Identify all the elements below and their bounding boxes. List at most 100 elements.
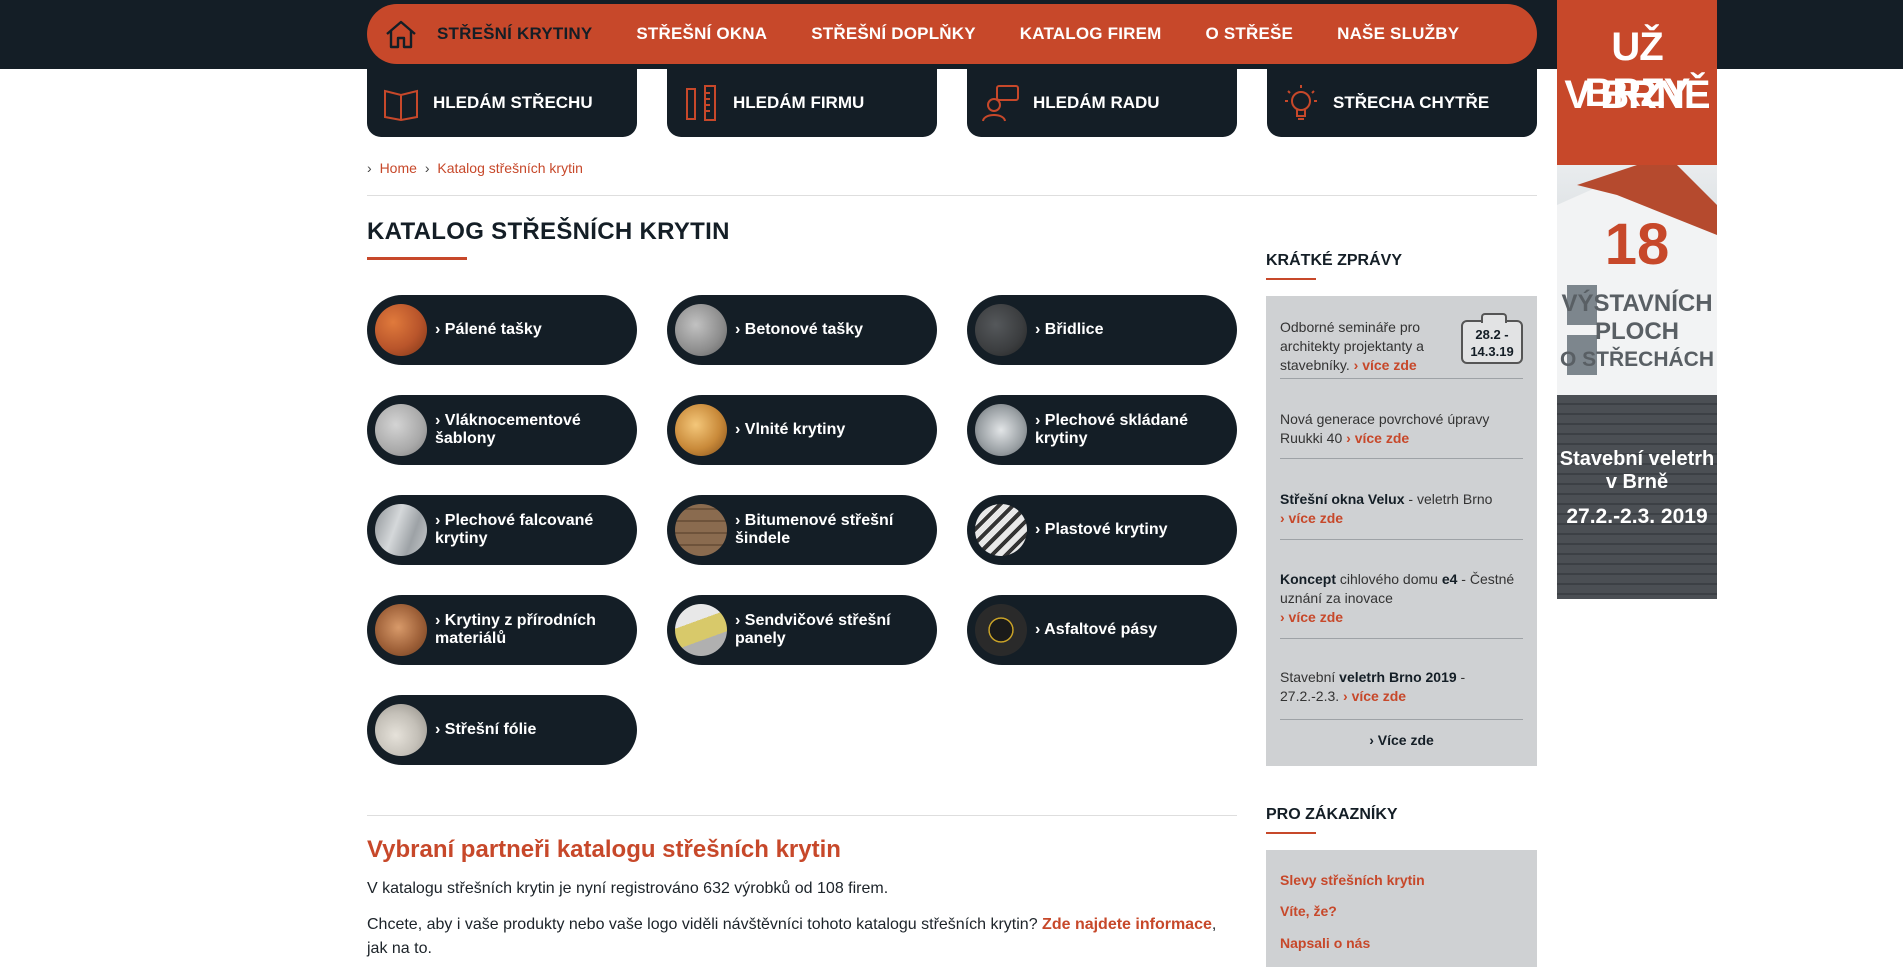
main-navigation: Střešní krytiny Střešní okna Střešní dop… xyxy=(367,4,1537,64)
category-vlaknocementove-sablony[interactable]: › Vláknocementové šablony xyxy=(367,395,637,465)
category-thumbnail xyxy=(675,404,727,456)
customer-link-napsali[interactable]: Napsali o nás xyxy=(1280,935,1370,951)
nav-katalog-firem[interactable]: Katalog firem xyxy=(1020,24,1162,44)
advertisement-banner[interactable]: UŽ BRZY V BRNĚ 18 VÝSTAVNÍCH PLOCH O STŘ… xyxy=(1557,0,1717,599)
category-thumbnail xyxy=(375,604,427,656)
nav-stresni-krytiny[interactable]: Střešní krytiny xyxy=(437,24,592,44)
category-betonove-tasky[interactable]: › Betonové tašky xyxy=(667,295,937,365)
subtab-hledam-firmu[interactable]: Hledám firmu xyxy=(667,69,937,137)
category-vlnite-krytiny[interactable]: › Vlnité krytiny xyxy=(667,395,937,465)
news-separator xyxy=(1280,719,1523,720)
subtab-strecha-chytre[interactable]: Střecha chytře xyxy=(1267,69,1537,137)
category-label: › Břidlice xyxy=(1035,321,1104,338)
news-panel: Odborné semináře pro architekty projekta… xyxy=(1266,296,1537,766)
category-plastove-krytiny[interactable]: › Plastové krytiny xyxy=(967,495,1237,565)
category-label: › Krytiny z přírodních materiálů xyxy=(435,612,596,647)
news-text: Stavební xyxy=(1280,669,1340,685)
breadcrumb-current-link[interactable]: Katalog střešních krytin xyxy=(437,160,583,176)
banner-number: 18 xyxy=(1604,212,1670,277)
category-label: › Asfaltové pásy xyxy=(1035,621,1158,638)
news-all-link[interactable]: › Více zde xyxy=(1266,732,1537,748)
nav-nase-sluzby[interactable]: Naše služby xyxy=(1337,24,1459,44)
customer-link-slevy[interactable]: Slevy střešních krytin xyxy=(1280,872,1425,888)
news-more-link[interactable]: › více zde xyxy=(1280,609,1343,625)
partners-text: V katalogu střešních krytin je nyní regi… xyxy=(367,880,889,897)
category-thumbnail xyxy=(675,604,727,656)
news-more-link[interactable]: › více zde xyxy=(1350,357,1417,373)
news-more-link[interactable]: › více zde xyxy=(1280,510,1343,526)
breadcrumb-home-link[interactable]: Home xyxy=(380,160,417,176)
nav-stresni-okna[interactable]: Střešní okna xyxy=(636,24,767,44)
partners-title: Vybraní partneři katalogu střešních kryt… xyxy=(367,836,841,863)
partners-info-prefix: Chcete, aby i vaše produkty nebo vaše lo… xyxy=(367,916,1043,933)
divider xyxy=(367,815,1237,816)
customer-link-vite-ze[interactable]: Víte, že? xyxy=(1280,903,1337,919)
news-bold: veletrh Brno 2019 xyxy=(1339,669,1457,685)
category-thumbnail xyxy=(975,304,1027,356)
news-item[interactable]: Nová generace povrchové úpravy Ruukki 40… xyxy=(1280,410,1523,448)
category-label: › Střešní fólie xyxy=(435,721,537,738)
news-item[interactable]: Odborné semináře pro architekty projekta… xyxy=(1280,318,1455,375)
category-thumbnail xyxy=(975,504,1027,556)
category-thumbnail xyxy=(375,504,427,556)
category-label: › Sendvičové střešní panely xyxy=(735,612,891,647)
partners-info-link[interactable]: Zde najdete informace xyxy=(1042,916,1212,933)
nav-o-strese[interactable]: O střeše xyxy=(1206,24,1294,44)
news-separator xyxy=(1280,539,1523,540)
banner-headline: V BRNĚ xyxy=(1564,73,1710,117)
sub-navigation: Hledám střechu Hledám firmu Hledám radu … xyxy=(367,69,1537,137)
subtab-hledam-radu[interactable]: Hledám radu xyxy=(967,69,1237,137)
banner-text: VÝSTAVNÍCH xyxy=(1561,290,1713,317)
news-text: cihlového domu xyxy=(1336,571,1442,587)
category-thumbnail xyxy=(375,404,427,456)
tools-icon xyxy=(681,83,721,123)
news-more-link[interactable]: › více zde xyxy=(1339,688,1406,704)
customers-heading: Pro zákazníky xyxy=(1266,806,1398,823)
category-palene-tasky[interactable]: › Pálené tašky xyxy=(367,295,637,365)
news-heading: Krátké zprávy xyxy=(1266,252,1403,269)
customers-panel: Slevy střešních krytin Víte, že? Napsali… xyxy=(1266,850,1537,967)
category-bridlice[interactable]: › Břidlice xyxy=(967,295,1237,365)
category-label: › Plastové krytiny xyxy=(1035,521,1168,538)
category-krytiny-z-prirodnich-materialu[interactable]: › Krytiny z přírodních materiálů xyxy=(367,595,637,665)
news-item[interactable]: Střešní okna Velux - veletrh Brno › více … xyxy=(1280,490,1523,528)
breadcrumb: › Home › Katalog střešních krytin xyxy=(367,160,583,176)
date-badge-line: 14.3.19 xyxy=(1470,344,1514,359)
breadcrumb-separator: › xyxy=(367,160,372,176)
news-separator xyxy=(1280,638,1523,639)
page-title: Katalog střešních krytin xyxy=(367,218,730,245)
category-bitumenove-sindele[interactable]: › Bitumenové střešní šindele xyxy=(667,495,937,565)
subtab-label: Hledám radu xyxy=(1033,93,1160,112)
title-underline xyxy=(367,257,467,260)
news-separator xyxy=(1280,458,1523,459)
category-sendvicove-panely[interactable]: › Sendvičové střešní panely xyxy=(667,595,937,665)
category-stresni-folie[interactable]: › Střešní fólie xyxy=(367,695,637,765)
subtab-hledam-strechu[interactable]: Hledám střechu xyxy=(367,69,637,137)
news-text: - veletrh Brno xyxy=(1404,491,1493,507)
date-badge: 28.2 - 14.3.19 xyxy=(1461,313,1523,364)
category-label: › Plechové skládané krytiny xyxy=(1035,412,1188,447)
news-separator xyxy=(1280,378,1523,379)
divider xyxy=(367,195,1537,196)
subtab-label: Střecha chytře xyxy=(1333,93,1490,112)
banner-date: 27.2.-2.3. 2019 xyxy=(1566,505,1708,528)
news-more-link[interactable]: › více zde xyxy=(1342,430,1409,446)
news-item[interactable]: Stavební veletrh Brno 2019 - 27.2.-2.3. … xyxy=(1280,668,1523,706)
category-plechove-skladane-krytiny[interactable]: › Plechové skládané krytiny xyxy=(967,395,1237,465)
home-icon[interactable] xyxy=(379,12,423,56)
heading-underline xyxy=(1266,832,1316,834)
banner-text: PLOCH xyxy=(1595,318,1679,345)
news-item[interactable]: Koncept cihlového domu e4 - Čestné uznán… xyxy=(1280,570,1523,627)
breadcrumb-separator: › xyxy=(424,160,430,176)
date-badge-line: 28.2 - xyxy=(1475,327,1509,342)
news-bold: e4 xyxy=(1441,571,1458,587)
nav-stresni-doplnky[interactable]: Střešní doplňky xyxy=(811,24,976,44)
category-asfaltove-pasy[interactable]: › Asfaltové pásy xyxy=(967,595,1237,665)
category-thumbnail xyxy=(675,304,727,356)
category-thumbnail xyxy=(375,704,427,756)
partners-info-text: Chcete, aby i vaše produkty nebo vaše lo… xyxy=(367,913,1237,961)
category-label: › Vláknocementové šablony xyxy=(435,412,581,447)
category-plechove-falcovane-krytiny[interactable]: › Plechové falcované krytiny xyxy=(367,495,637,565)
category-label: › Plechové falcované krytiny xyxy=(435,512,594,547)
banner-text: O STŘECHÁCH xyxy=(1559,348,1714,371)
